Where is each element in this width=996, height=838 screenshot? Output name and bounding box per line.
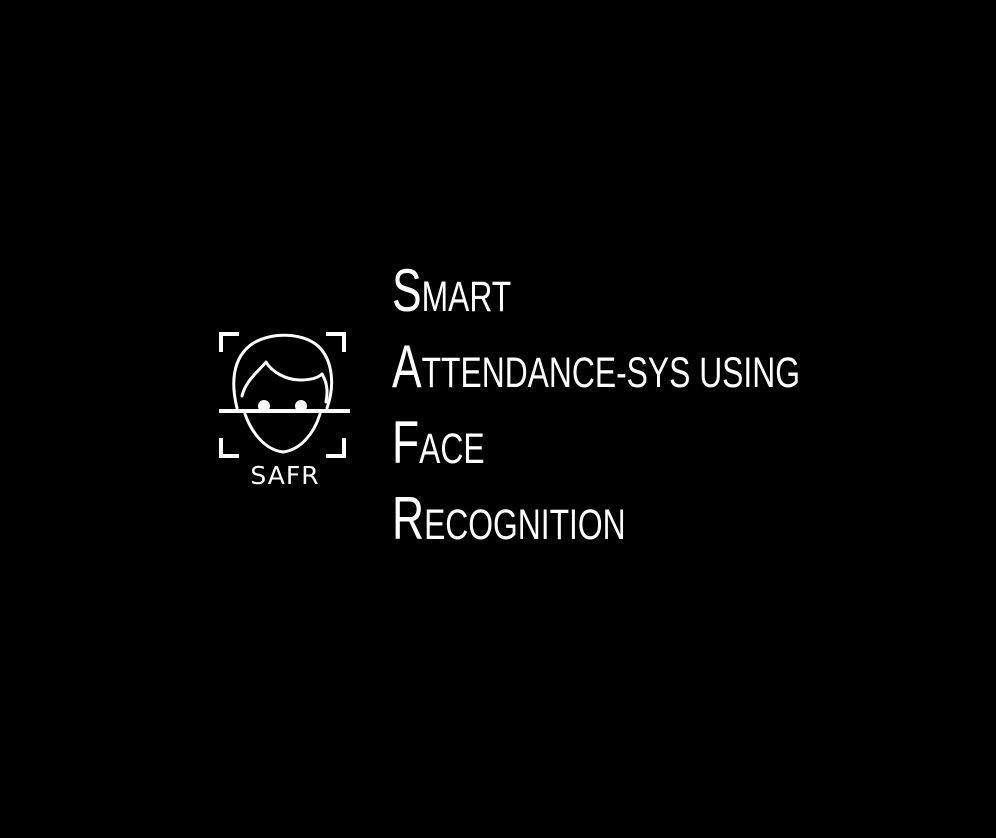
title-initial: S — [392, 257, 422, 324]
logo-text: SAFR — [250, 461, 320, 490]
title-rest: ace — [419, 425, 485, 473]
title-rest: ecognition — [424, 501, 626, 549]
app-title: Smart Attendance-sys using Face Recognit… — [392, 261, 952, 566]
title-line-smart: Smart — [392, 261, 806, 338]
title-line-attendance: Attendance-sys using — [392, 337, 806, 414]
title-line-recognition: Recognition — [392, 489, 806, 566]
title-line-face: Face — [392, 413, 806, 490]
title-initial: R — [392, 485, 425, 552]
title-initial: F — [392, 409, 420, 476]
splash-screen: SAFR Smart Attendance-sys using Face Rec… — [0, 0, 996, 838]
title-rest: mart — [421, 273, 512, 321]
app-logo: SAFR — [212, 322, 358, 494]
title-initial: A — [392, 333, 422, 400]
title-rest: ttendance-sys using — [421, 349, 800, 397]
